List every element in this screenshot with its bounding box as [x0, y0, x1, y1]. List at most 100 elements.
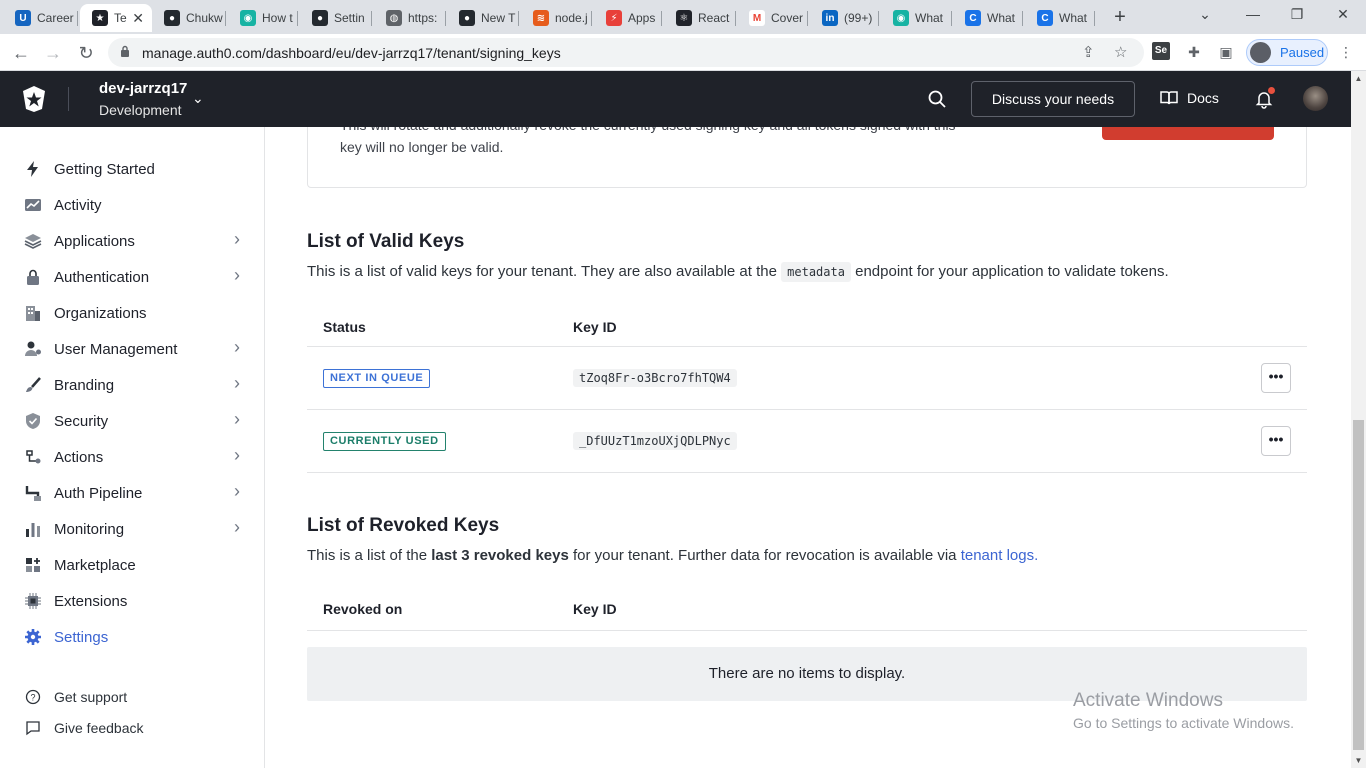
browser-tab[interactable]: in (99+)	[810, 4, 879, 32]
tab-title: https:	[408, 11, 438, 25]
sidebar-item-extensions[interactable]: Extensions	[24, 589, 244, 613]
close-tab-icon[interactable]: ✕	[132, 10, 144, 27]
user-avatar[interactable]	[1303, 86, 1328, 111]
sidebar-item-branding[interactable]: Branding ›	[24, 373, 244, 397]
windows-activation-watermark: Activate Windows Go to Settings to activ…	[1073, 690, 1294, 731]
chevron-right-icon: ›	[234, 517, 240, 537]
tab-favicon-icon: C	[1037, 10, 1053, 26]
valid-keys-description: This is a list of valid keys for your te…	[307, 262, 1169, 282]
browser-tab[interactable]: M Cover	[737, 4, 808, 32]
url-text[interactable]: manage.auth0.com/dashboard/eu/dev-jarrzq…	[142, 45, 561, 61]
forward-icon[interactable]: →	[42, 42, 64, 64]
tenant-environment[interactable]: Development	[99, 102, 182, 118]
minimize-icon[interactable]: —	[1241, 6, 1265, 22]
browser-tab[interactable]: ⚛ React	[664, 4, 736, 32]
sidebar-item-label: Branding	[54, 376, 115, 394]
tab-favicon-icon: M	[749, 10, 765, 26]
close-window-icon[interactable]: ✕	[1331, 6, 1355, 23]
profile-button[interactable]: Paused	[1246, 39, 1328, 66]
tab-favicon-icon: U	[15, 10, 31, 26]
browser-tab-active[interactable]: ★ Te ✕	[80, 4, 152, 32]
shield-icon	[24, 412, 42, 430]
help-circle-icon: ?	[24, 688, 42, 706]
sidebar-item-auth-pipeline[interactable]: Auth Pipeline ›	[24, 481, 244, 505]
grid-plus-icon	[24, 556, 42, 574]
tab-title: Te	[114, 11, 127, 25]
get-support-link[interactable]: ? Get support	[24, 685, 244, 709]
browser-tab[interactable]: ⚡ Apps	[594, 4, 662, 32]
tab-separator	[225, 11, 226, 26]
sidebar-item-applications[interactable]: Applications ›	[24, 229, 244, 253]
browser-tab[interactable]: ◉ What	[881, 4, 952, 32]
tab-separator	[1022, 11, 1023, 26]
tenant-chevron-down-icon[interactable]: ⌄	[192, 90, 204, 107]
table-divider	[307, 409, 1307, 410]
side-panel-icon[interactable]: ▣	[1216, 42, 1236, 62]
search-icon[interactable]	[926, 88, 948, 110]
selenium-extension-icon[interactable]: Se	[1152, 42, 1170, 60]
give-feedback-link[interactable]: Give feedback	[24, 716, 244, 740]
chip-icon	[24, 592, 42, 610]
tab-separator	[807, 11, 808, 26]
tab-favicon-icon: ⚡	[606, 10, 622, 26]
valid-keys-desc-text: This is a list of valid keys for your te…	[307, 263, 777, 280]
row-more-options-button[interactable]: •••	[1261, 426, 1291, 456]
docs-link[interactable]: Docs	[1160, 90, 1219, 106]
sidebar-item-organizations[interactable]: Organizations	[24, 301, 244, 325]
revoked-keys-table: Revoked on Key ID	[307, 591, 1307, 631]
extensions-puzzle-icon[interactable]: ✚	[1184, 42, 1204, 62]
browser-tab[interactable]: C What	[953, 4, 1023, 32]
tab-separator	[661, 11, 662, 26]
sidebar-item-authentication[interactable]: Authentication ›	[24, 265, 244, 289]
rotate-and-revoke-button[interactable]	[1102, 127, 1274, 140]
sidebar-item-label: Applications	[54, 232, 135, 250]
browser-tab[interactable]: U Career	[3, 4, 78, 32]
scroll-down-arrow-icon[interactable]: ▼	[1351, 753, 1366, 768]
share-icon[interactable]: ⇪	[1082, 43, 1095, 61]
browser-tab[interactable]: ● New T	[447, 4, 519, 32]
tenant-logs-link[interactable]: tenant logs.	[961, 547, 1039, 564]
valid-keys-table: Status Key ID NEXT IN QUEUE tZoq8Fr-o3Bc…	[307, 307, 1307, 473]
tab-favicon-icon: ◍	[386, 10, 402, 26]
tab-title: React	[698, 11, 730, 25]
tab-favicon-icon: ◉	[240, 10, 256, 26]
valid-keys-title: List of Valid Keys	[307, 231, 465, 252]
omnibox[interactable]: manage.auth0.com/dashboard/eu/dev-jarrzq…	[108, 38, 1144, 67]
chevron-right-icon: ›	[234, 481, 240, 501]
reload-icon[interactable]: ↻	[75, 42, 97, 64]
sidebar-item-actions[interactable]: Actions ›	[24, 445, 244, 469]
sidebar-item-getting-started[interactable]: Getting Started	[24, 157, 244, 181]
sidebar-item-marketplace[interactable]: Marketplace	[24, 553, 244, 577]
sidebar-item-monitoring[interactable]: Monitoring ›	[24, 517, 244, 541]
sidebar-item-settings[interactable]: Settings	[24, 625, 244, 649]
discuss-needs-button[interactable]: Discuss your needs	[971, 81, 1135, 117]
scrollbar-thumb[interactable]	[1353, 420, 1364, 750]
auth0-logo-icon[interactable]	[20, 85, 48, 113]
browser-tab[interactable]: ◉ How t	[228, 4, 298, 32]
sidebar-item-user-management[interactable]: User Management ›	[24, 337, 244, 361]
row-more-options-button[interactable]: •••	[1261, 363, 1291, 393]
sidebar-item-activity[interactable]: Activity	[24, 193, 244, 217]
valid-keys-desc-text-2: endpoint for your application to validat…	[855, 263, 1169, 280]
tab-separator	[591, 11, 592, 26]
sidebar-item-security[interactable]: Security ›	[24, 409, 244, 433]
browser-tab[interactable]: ◍ https:	[374, 4, 446, 32]
watermark-line1: Activate Windows	[1073, 690, 1223, 711]
browser-menu-icon[interactable]: ⋮	[1336, 42, 1356, 62]
sidebar-item-label: Getting Started	[54, 160, 155, 178]
browser-tab[interactable]: ≋ node.j	[521, 4, 592, 32]
browser-tab[interactable]: C What	[1025, 4, 1095, 32]
tab-favicon-icon: ≋	[533, 10, 549, 26]
chevron-right-icon: ›	[234, 409, 240, 429]
profile-status: Paused	[1280, 45, 1325, 60]
revoked-keys-title: List of Revoked Keys	[307, 515, 500, 536]
restore-icon[interactable]: ❐	[1285, 6, 1309, 23]
tab-search-chevron-icon[interactable]: ⌄	[1193, 6, 1217, 23]
tenant-name[interactable]: dev-jarrzq17	[99, 80, 187, 97]
browser-tab[interactable]: ● Chukw	[152, 4, 226, 32]
new-tab-button[interactable]: +	[1108, 6, 1132, 28]
scroll-up-arrow-icon[interactable]: ▲	[1351, 71, 1366, 86]
back-icon[interactable]: ←	[10, 42, 32, 64]
browser-tab[interactable]: ● Settin	[300, 4, 372, 32]
bookmark-star-icon[interactable]: ☆	[1114, 43, 1127, 61]
